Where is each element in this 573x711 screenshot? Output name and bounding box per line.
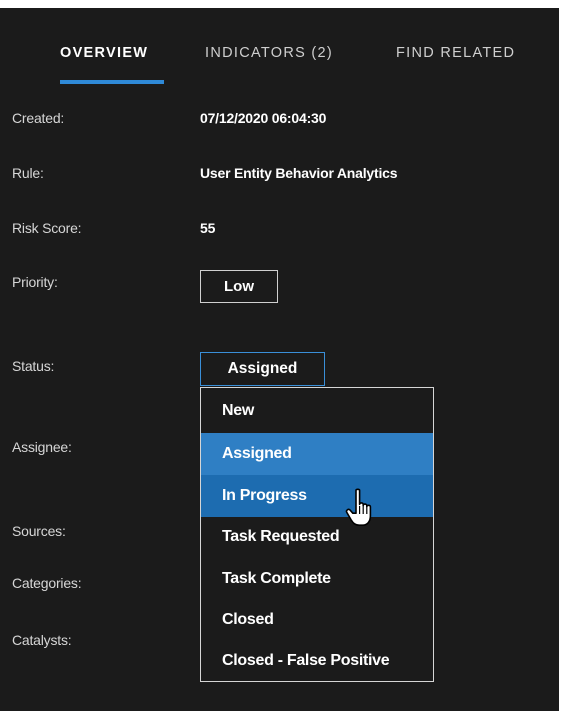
tab-find-related[interactable]: FIND RELATED	[396, 45, 515, 61]
status-option-assigned[interactable]: Assigned	[201, 433, 433, 475]
assignee-label: Assignee:	[12, 439, 72, 455]
active-tab-underline	[60, 80, 164, 84]
tab-overview[interactable]: OVERVIEW	[60, 45, 148, 61]
status-option-closed-false-positive[interactable]: Closed - False Positive	[201, 640, 433, 682]
created-label: Created:	[12, 110, 65, 126]
risk-score-label: Risk Score:	[12, 220, 82, 236]
tab-indicators[interactable]: INDICATORS (2)	[205, 45, 333, 61]
status-select[interactable]: Assigned	[200, 352, 325, 386]
risk-score-value: 55	[200, 220, 216, 236]
created-value: 07/12/2020 06:04:30	[200, 110, 327, 126]
sources-label: Sources:	[12, 523, 66, 539]
tab-bar: OVERVIEW INDICATORS (2) FIND RELATED	[0, 8, 559, 84]
status-dropdown-menu: New Assigned In Progress Task Requested …	[200, 387, 434, 682]
status-option-closed[interactable]: Closed	[201, 599, 433, 641]
priority-select[interactable]: Low	[200, 270, 278, 303]
rule-label: Rule:	[12, 165, 44, 181]
status-option-task-requested[interactable]: Task Requested	[201, 516, 433, 558]
categories-label: Categories:	[12, 575, 82, 591]
status-option-in-progress[interactable]: In Progress	[201, 475, 433, 517]
priority-label: Priority:	[12, 274, 58, 290]
rule-value: User Entity Behavior Analytics	[200, 165, 398, 181]
hand-pointer-icon	[344, 488, 378, 533]
catalysts-label: Catalysts:	[12, 632, 72, 648]
status-option-task-complete[interactable]: Task Complete	[201, 558, 433, 600]
status-option-new[interactable]: New	[201, 390, 433, 432]
status-label: Status:	[12, 358, 55, 374]
